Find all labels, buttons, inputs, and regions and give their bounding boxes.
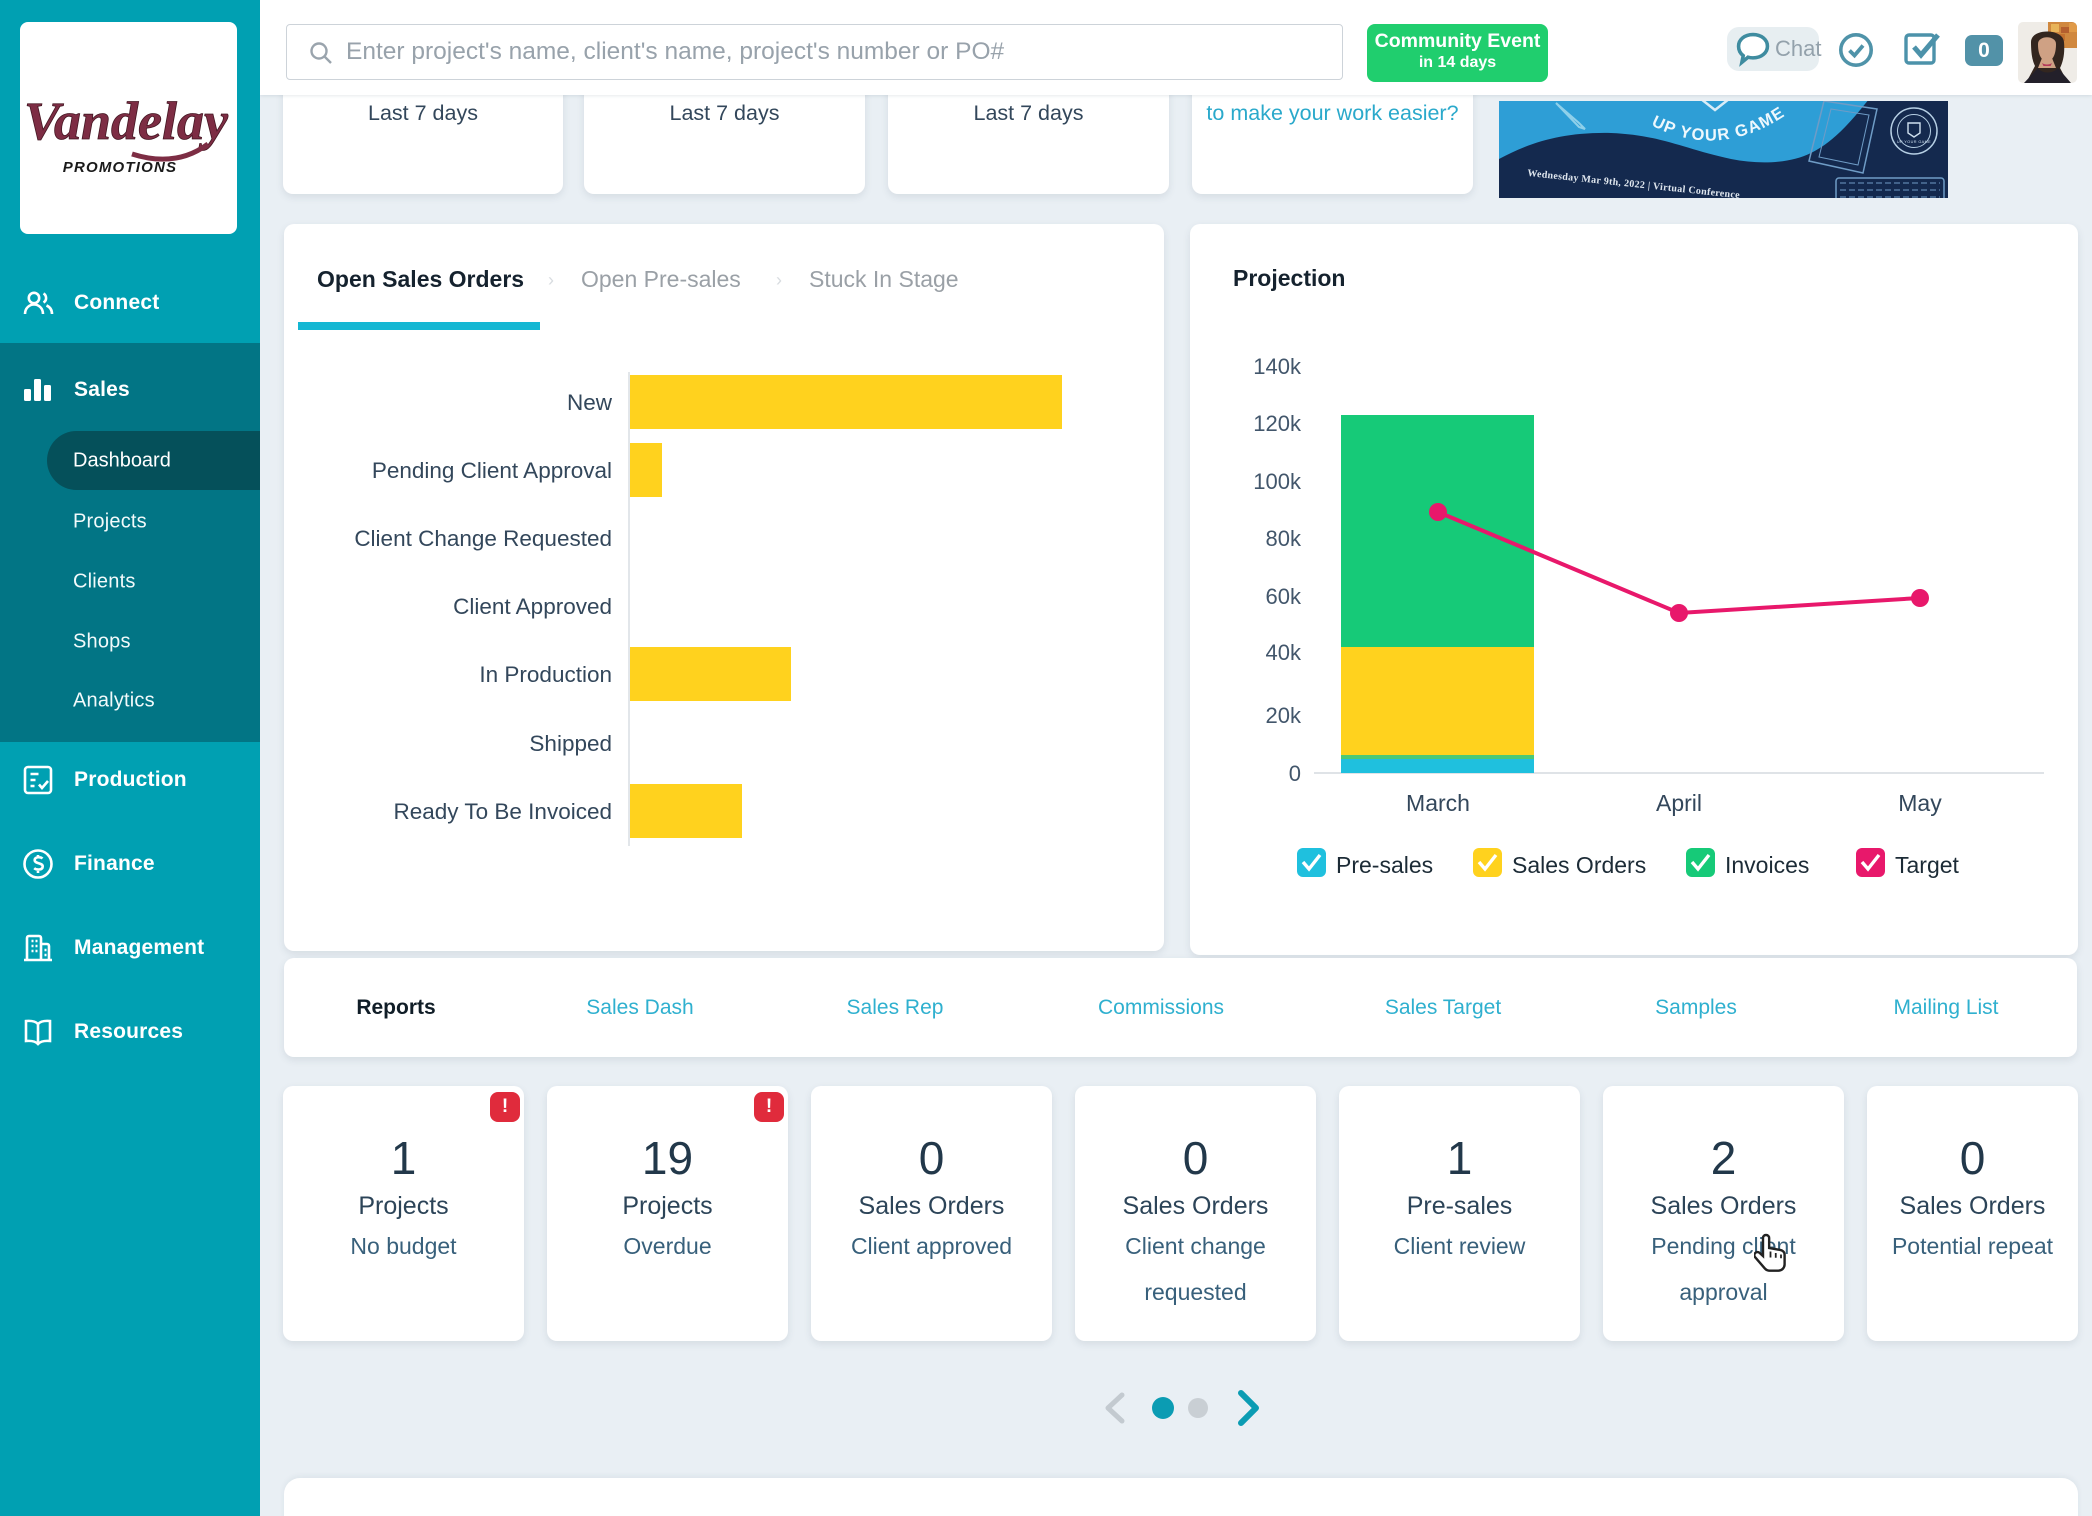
svg-text:In Production: In Production bbox=[479, 662, 612, 687]
svg-text:Client Approved: Client Approved bbox=[453, 594, 612, 619]
svg-text:Target: Target bbox=[1895, 852, 1960, 878]
svg-text:Client Change Requested: Client Change Requested bbox=[354, 526, 612, 551]
svg-text:›: › bbox=[548, 270, 554, 290]
svg-text:April: April bbox=[1656, 790, 1702, 816]
svg-text:March: March bbox=[1406, 790, 1470, 816]
svg-text:Shipped: Shipped bbox=[529, 731, 612, 756]
svg-text:PROMOTIONS: PROMOTIONS bbox=[63, 159, 178, 176]
svg-text:60k: 60k bbox=[1266, 584, 1302, 609]
svg-text:May: May bbox=[1898, 790, 1942, 816]
svg-text:Projection: Projection bbox=[1233, 265, 1345, 291]
svg-text:Pending Client Approval: Pending Client Approval bbox=[372, 458, 612, 483]
svg-text:New: New bbox=[567, 390, 613, 415]
svg-text:Open Sales Orders: Open Sales Orders bbox=[317, 266, 524, 292]
svg-text:140k: 140k bbox=[1253, 354, 1302, 379]
svg-text:40k: 40k bbox=[1266, 640, 1302, 665]
svg-text:Invoices: Invoices bbox=[1725, 852, 1809, 878]
svg-text:0: 0 bbox=[1289, 761, 1301, 786]
svg-text:80k: 80k bbox=[1266, 526, 1302, 551]
svg-text:Stuck In Stage: Stuck In Stage bbox=[809, 266, 959, 292]
svg-text:UP YOUR GAME: UP YOUR GAME bbox=[1897, 140, 1931, 144]
svg-text:Pre-sales: Pre-sales bbox=[1336, 852, 1433, 878]
svg-text:Open Pre-sales: Open Pre-sales bbox=[581, 266, 741, 292]
svg-text:20k: 20k bbox=[1266, 703, 1302, 728]
svg-text:120k: 120k bbox=[1253, 411, 1302, 436]
svg-text:Vandelay: Vandelay bbox=[24, 91, 229, 151]
svg-text:›: › bbox=[776, 270, 782, 290]
svg-text:100k: 100k bbox=[1253, 469, 1302, 494]
svg-text:Sales Orders: Sales Orders bbox=[1512, 852, 1646, 878]
svg-text:Ready To Be Invoiced: Ready To Be Invoiced bbox=[394, 799, 612, 824]
